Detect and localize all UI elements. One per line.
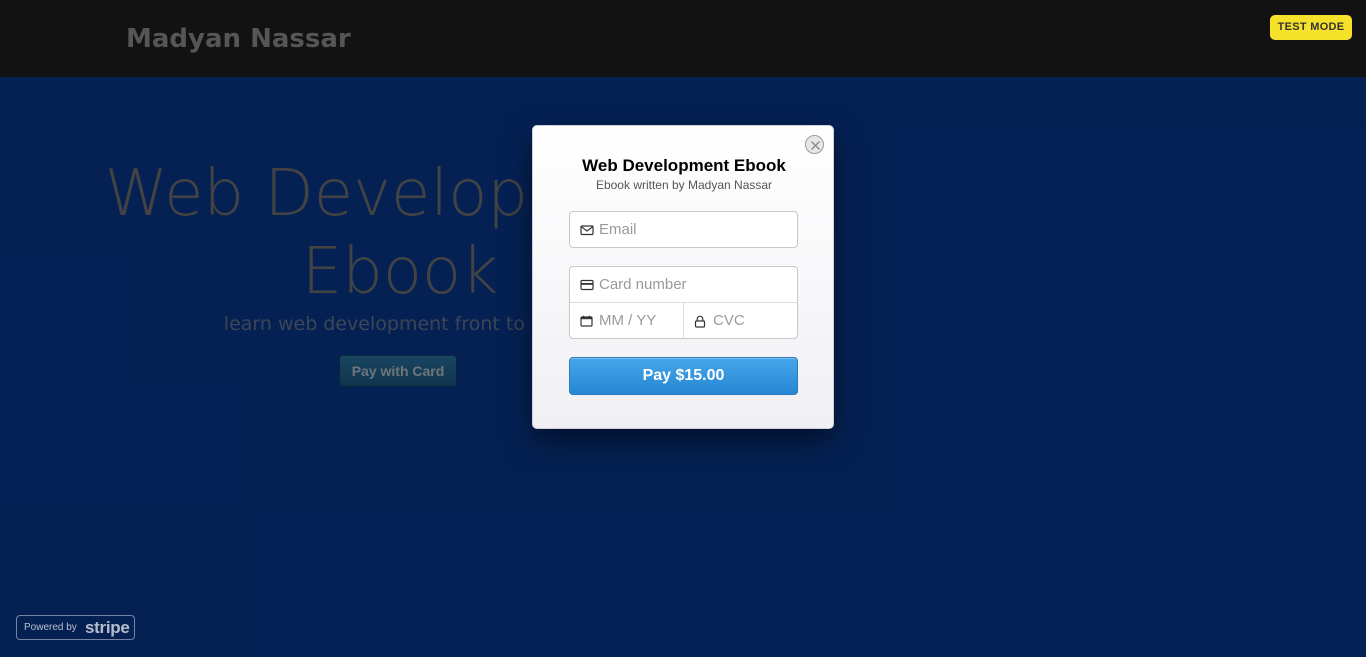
close-icon <box>811 141 820 150</box>
checkout-title: Web Development Ebook <box>582 156 786 175</box>
mail-icon <box>580 224 594 235</box>
expiry-field[interactable] <box>570 303 684 338</box>
checkout-modal: Web Development Ebook Ebook written by M… <box>532 125 834 429</box>
email-field-container[interactable] <box>569 211 798 248</box>
stripe-logo: stripe <box>85 618 130 637</box>
test-mode-badge: TEST MODE <box>1270 15 1352 40</box>
card-number-input[interactable] <box>599 267 779 302</box>
card-details-group <box>569 266 798 339</box>
email-input[interactable] <box>599 212 789 247</box>
pay-button[interactable]: Pay $15.00 <box>569 357 798 395</box>
calendar-icon <box>580 315 593 327</box>
powered-by-label: Powered by <box>24 622 77 633</box>
cvc-input[interactable] <box>713 303 793 338</box>
checkout-subtitle: Ebook written by Madyan Nassar <box>595 178 773 192</box>
powered-by-stripe-badge[interactable]: Powered by stripe <box>16 615 135 640</box>
cvc-field[interactable] <box>684 303 797 338</box>
lock-icon <box>694 315 706 328</box>
close-button[interactable] <box>805 135 824 154</box>
credit-card-icon <box>580 279 594 290</box>
card-number-field[interactable] <box>570 267 797 303</box>
expiry-input[interactable] <box>599 303 679 338</box>
